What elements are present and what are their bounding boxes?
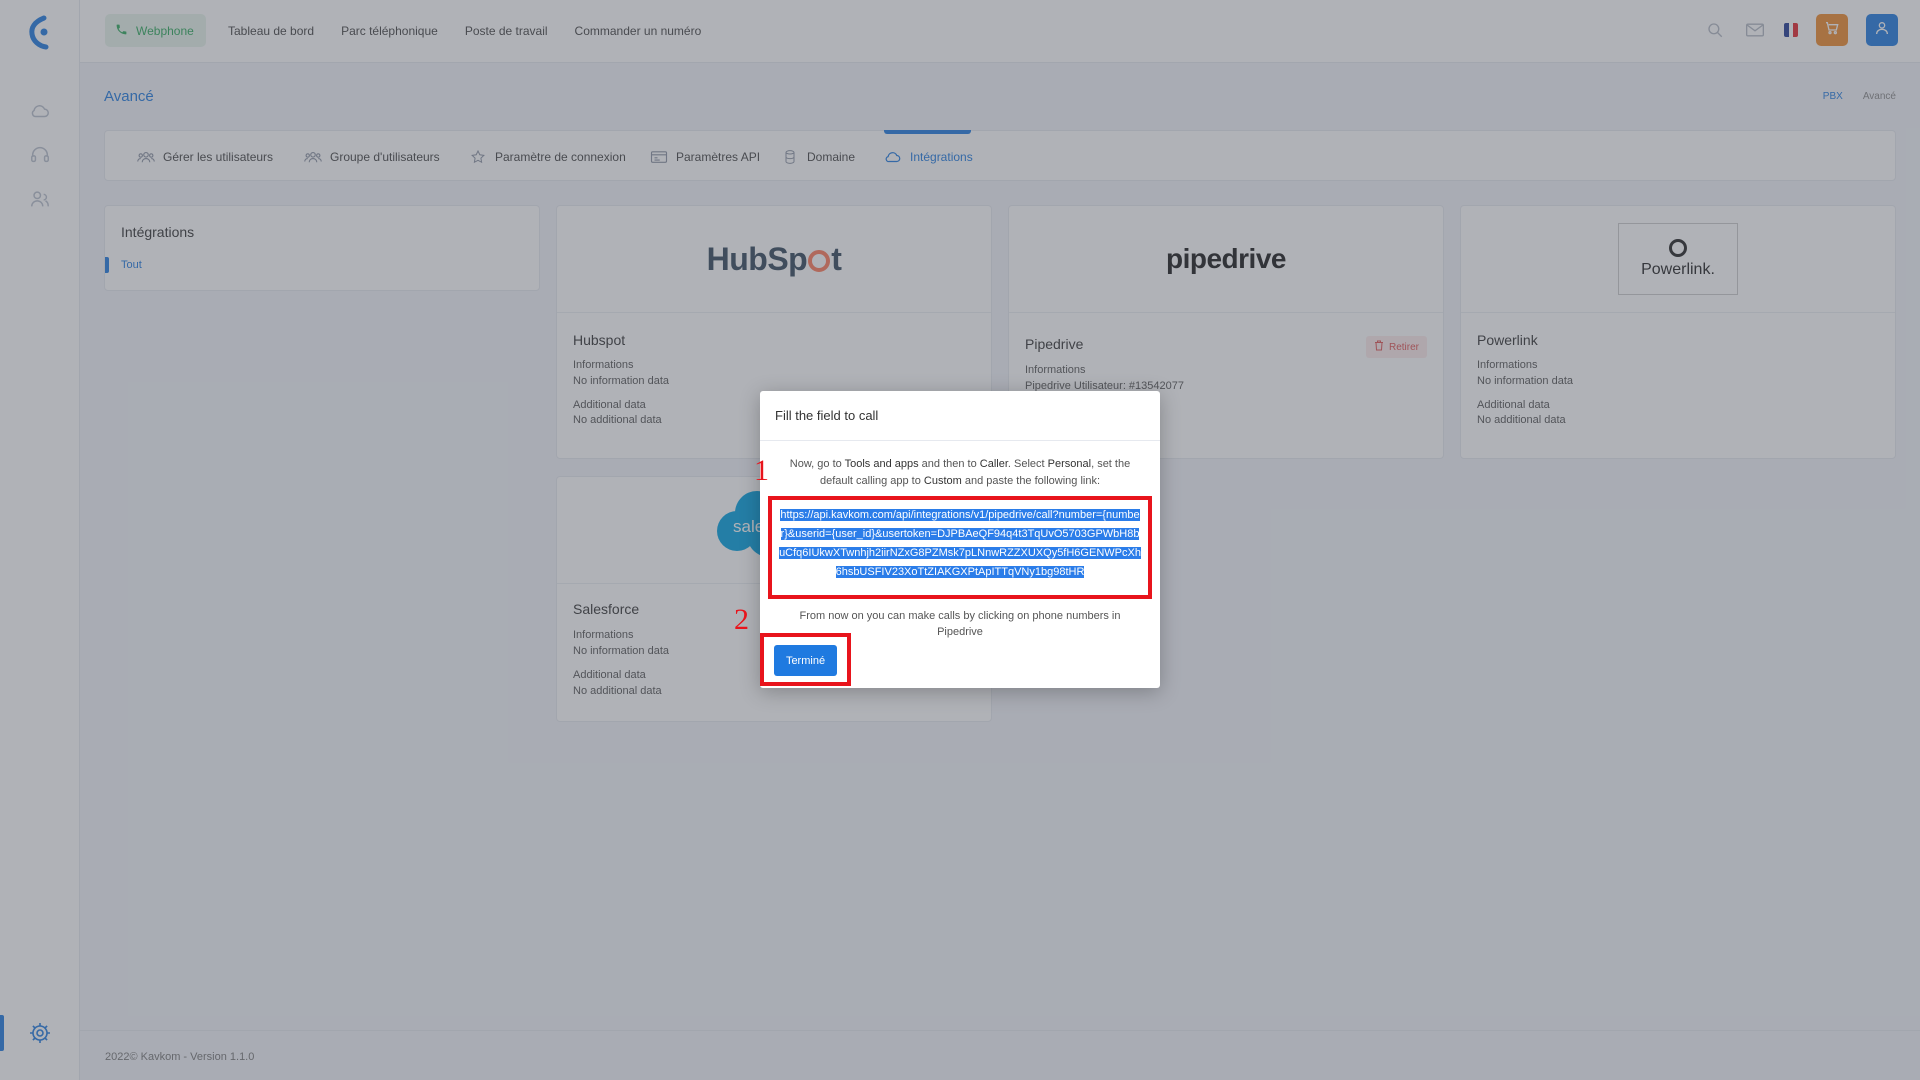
- step-2-marker: 2: [734, 603, 749, 636]
- integration-url-field[interactable]: https://api.kavkom.com/api/integrations/…: [768, 496, 1152, 599]
- modal-instructions: Now, go to Tools and apps and then to Ca…: [780, 456, 1140, 490]
- modal-title: Fill the field to call: [760, 391, 1160, 441]
- done-button[interactable]: Terminé: [774, 645, 837, 676]
- integration-url-text[interactable]: https://api.kavkom.com/api/integrations/…: [779, 509, 1141, 578]
- instr-text: Now, go to: [789, 458, 845, 470]
- instr-text: and paste the following link:: [961, 475, 1101, 487]
- instr-caller: Caller: [979, 458, 1008, 470]
- instr-custom: Custom: [923, 475, 962, 487]
- instr-text: and then to: [918, 458, 980, 470]
- done-highlight: Terminé: [760, 633, 851, 686]
- instr-text: . Select: [1007, 458, 1048, 470]
- instr-personal: Personal: [1047, 458, 1092, 470]
- instr-tools-apps: Tools and apps: [844, 458, 919, 470]
- call-setup-modal: Fill the field to call Now, go to Tools …: [734, 391, 1160, 688]
- step-1-marker: 1: [754, 454, 769, 487]
